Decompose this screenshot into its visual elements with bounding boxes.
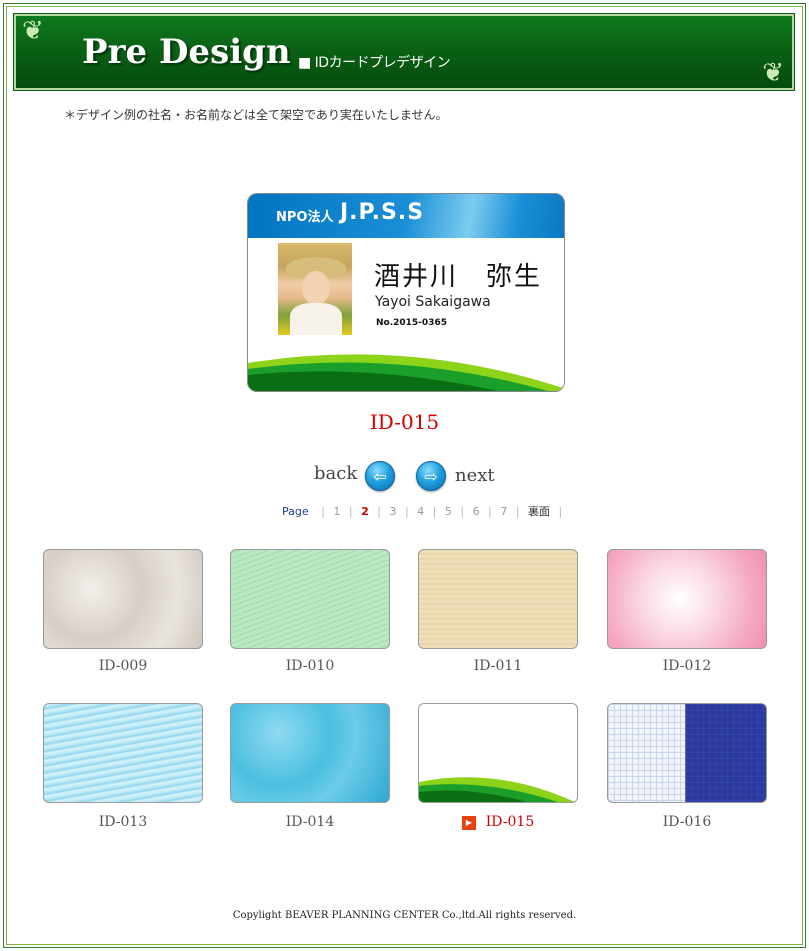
thumbnail-id-012[interactable] (607, 549, 767, 649)
thumbnail-label[interactable]: ID-010 (230, 658, 390, 674)
back-link[interactable]: back (314, 463, 357, 484)
play-icon: ▶ (461, 816, 476, 830)
card-org-name: J.P.S.S (340, 200, 425, 225)
page-title: Pre Design (82, 32, 291, 72)
pagination-label: Page (282, 505, 309, 518)
pagination: Page | 1 | 2 | 3 | 4 | 5 | 6 | 7 | 裏面 | (282, 503, 563, 519)
page-link-1[interactable]: 1 (333, 505, 340, 518)
page-link-2-current: 2 (361, 505, 369, 518)
page-link-7[interactable]: 7 (500, 505, 507, 518)
page-link-back-side[interactable]: 裏面 (528, 503, 550, 519)
card-wave-graphic (248, 354, 564, 391)
next-arrow-icon[interactable]: ⇨ (416, 461, 446, 491)
thumbnail-id-015-selected[interactable] (418, 703, 578, 803)
thumbnail-label-selected[interactable]: ▶ ID-015 (418, 814, 578, 830)
id-card-preview: NPO法人 J.P.S.S 酒井川 弥生 Yayoi Sakaigawa No.… (247, 193, 565, 392)
thumbnail-id-011[interactable] (418, 549, 578, 649)
thumbnail-id-009[interactable] (43, 549, 203, 649)
thumbnail-label[interactable]: ID-013 (43, 814, 203, 830)
thumbnail-label[interactable]: ID-014 (230, 814, 390, 830)
ornament-corner-icon: ❦ (762, 58, 784, 88)
footer-copyright: Copylight BEAVER PLANNING CENTER Co.,ltd… (232, 910, 577, 921)
header-banner: ❦ ❦ Pre Design ■ IDカードプレデザイン (13, 13, 795, 91)
card-number: No.2015-0365 (376, 318, 447, 328)
thumbnail-label[interactable]: ID-012 (607, 658, 767, 674)
page-link-5[interactable]: 5 (445, 505, 452, 518)
card-org-prefix: NPO法人 (276, 210, 334, 225)
thumbnail-label[interactable]: ID-016 (607, 814, 767, 830)
card-name-romaji: Yayoi Sakaigawa (375, 294, 491, 310)
ornament-corner-icon: ❦ (22, 16, 44, 46)
photo-body (290, 303, 342, 335)
thumbnail-id-013[interactable] (43, 703, 203, 803)
back-arrow-icon[interactable]: ⇦ (365, 461, 395, 491)
thumbnail-id-010[interactable] (230, 549, 390, 649)
thumbnail-label[interactable]: ID-011 (418, 658, 578, 674)
current-design-id: ID-015 (369, 410, 440, 434)
page-subtitle: ■ IDカードプレデザイン (298, 55, 451, 71)
photo-face (302, 271, 330, 305)
thumbnail-id-016[interactable] (607, 703, 767, 803)
next-link[interactable]: next (455, 465, 495, 486)
thumbnail-label[interactable]: ID-009 (43, 658, 203, 674)
thumbnail-wave-graphic (419, 777, 575, 802)
prev-next-nav: back ⇦ ⇨ next (0, 461, 809, 491)
thumbnail-id-014[interactable] (230, 703, 390, 803)
card-name-jp: 酒井川 弥生 (374, 262, 543, 292)
page-link-4[interactable]: 4 (417, 505, 424, 518)
page-link-6[interactable]: 6 (473, 505, 480, 518)
page-link-3[interactable]: 3 (389, 505, 396, 518)
disclaimer-note: ＊デザイン例の社名・お名前などは全て架空であり実在いたしません。 (64, 108, 448, 122)
card-photo (278, 243, 352, 335)
thumbnail-label-text: ID-015 (485, 814, 535, 830)
